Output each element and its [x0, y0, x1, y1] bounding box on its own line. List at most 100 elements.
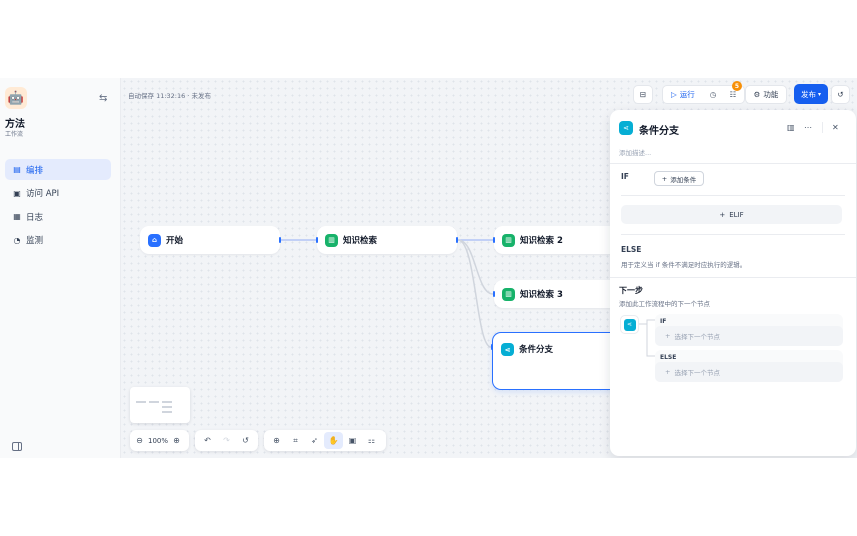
if-branch: IF + 选择下一个节点 — [655, 314, 843, 346]
zoom-level[interactable]: 100% — [146, 437, 170, 445]
k3-input-port[interactable] — [493, 291, 495, 297]
next-step-description: 添加此工作流程中的下一个节点 — [619, 300, 710, 308]
sidebar-item-label: 访问 API — [26, 189, 60, 199]
node-label: 知识检索 — [343, 236, 378, 246]
layout-icon: ▤ — [13, 165, 21, 174]
run-button[interactable]: ▷ 运行 — [663, 89, 703, 100]
more-icon[interactable]: ⋯ — [804, 123, 812, 132]
add-note-icon[interactable]: ⌗ — [286, 432, 305, 449]
node-label: 条件分支 — [519, 345, 554, 355]
api-icon: ▣ — [13, 188, 21, 198]
variables-icon: ⊟ — [639, 90, 647, 99]
run-label: 运行 — [679, 90, 695, 99]
checklist-badge: 5 — [732, 81, 742, 91]
k1-input-port[interactable] — [316, 237, 318, 243]
edit-toolbar: ⊕ ⌗ ➶ ✋ ▣ ⚏ — [264, 430, 386, 451]
node-label: 知识检索 3 — [520, 290, 563, 300]
select-next-node-else[interactable]: + 选择下一个节点 — [655, 362, 843, 382]
book-icon: ▥ — [502, 233, 515, 247]
export-image-icon[interactable]: ▣ — [343, 432, 362, 449]
sidebar-item-label: 日志 — [26, 212, 44, 223]
branch-icon: ⋖ — [623, 318, 636, 331]
switch-icon[interactable]: ⇆ — [99, 93, 107, 104]
else-label: ELSE — [621, 245, 642, 254]
history-toolbar: ↶ ↷ ↺ — [195, 430, 258, 451]
pointer-icon[interactable]: ➶ — [305, 432, 324, 449]
redo-icon[interactable]: ↷ — [217, 432, 236, 449]
features-button[interactable]: ⚙ 功能 — [745, 85, 787, 104]
branch-icon: ⋖ — [501, 343, 514, 356]
plus-icon: + — [719, 210, 726, 219]
add-elif-button[interactable]: + ELIF — [621, 205, 842, 224]
version-history-button[interactable]: ↺ — [831, 85, 850, 104]
sidebar-item-orchestrate[interactable]: ▤ 编排 — [5, 159, 111, 180]
history-icon[interactable]: ↺ — [236, 432, 255, 449]
start-output-port[interactable] — [279, 237, 281, 243]
add-condition-button[interactable]: + 添加条件 — [654, 171, 704, 186]
elif-label: ELIF — [729, 210, 744, 219]
log-icon: ▦ — [13, 212, 21, 221]
features-label: 功能 — [763, 90, 779, 99]
close-icon[interactable]: ✕ — [832, 123, 839, 132]
wire-k1-cond — [457, 239, 492, 348]
env-variables-button[interactable]: ⊟ — [633, 85, 653, 104]
app-type: 工作流 — [5, 131, 24, 138]
app-avatar-icon[interactable]: 🤖 — [5, 87, 27, 109]
zoom-out-icon[interactable]: ⊖ — [133, 432, 146, 449]
run-history-icon[interactable]: ◷ — [703, 90, 723, 99]
branch-label: ELSE — [660, 354, 677, 361]
undo-icon[interactable]: ↶ — [198, 432, 217, 449]
wire-k1-k3 — [457, 239, 494, 295]
k2-input-port[interactable] — [493, 237, 495, 243]
add-condition-label: 添加条件 — [670, 175, 697, 184]
branch-label: IF — [660, 318, 667, 325]
divider — [621, 195, 845, 196]
zoom-toolbar: ⊖ 100% ⊕ — [130, 430, 189, 451]
help-book-icon[interactable]: ▥ — [787, 123, 795, 132]
zoom-in-icon[interactable]: ⊕ — [170, 432, 183, 449]
publish-button[interactable]: 发布 ▾ — [794, 84, 828, 104]
collapse-sidebar-icon[interactable] — [12, 442, 22, 451]
select-next-node-if[interactable]: + 选择下一个节点 — [655, 326, 843, 346]
sidebar-item-monitor[interactable]: ◔ 监测 — [5, 230, 111, 251]
else-description: 用于定义当 if 条件不满足时应执行的逻辑。 — [621, 261, 747, 269]
divider — [610, 163, 856, 164]
sidebar-item-label: 编排 — [26, 165, 44, 176]
sidebar-item-logs[interactable]: ▦ 日志 — [5, 206, 111, 227]
node-label: 知识检索 2 — [520, 236, 563, 246]
sidebar-item-label: 监测 — [26, 236, 44, 246]
cond-input-port[interactable] — [491, 344, 493, 350]
knowledge-node-1[interactable]: ▥ 知识检索 — [317, 226, 457, 254]
play-icon: ▷ — [671, 90, 677, 99]
plus-icon: + — [665, 332, 671, 340]
divider — [822, 122, 823, 133]
monitor-icon: ◔ — [13, 235, 21, 245]
features-icon: ⚙ — [753, 90, 761, 99]
sidebar-nav: ▤ 编排 ▣ 访问 API ▦ 日志 ◔ 监测 — [5, 159, 111, 253]
description-input[interactable]: 添加描述... — [619, 147, 651, 157]
workflow-canvas[interactable]: 自动保存 11:32:16 · 未发布 ⌂ 开始 ▥ 知识检索 ▥ 知识检索 2… — [121, 78, 857, 458]
add-node-icon[interactable]: ⊕ — [267, 432, 286, 449]
hand-icon[interactable]: ✋ — [324, 432, 343, 449]
panel-title[interactable]: 条件分支 — [639, 122, 679, 137]
chevron-down-icon: ▾ — [817, 90, 821, 98]
workflow-app: 🤖 ⇆ 方法 工作流 ▤ 编排 ▣ 访问 API ▦ 日志 ◔ 监测 自动保存 … — [0, 78, 857, 458]
history-icon: ↺ — [837, 90, 844, 99]
next-step-title: 下一步 — [619, 286, 643, 295]
sidebar-item-api[interactable]: ▣ 访问 API — [5, 183, 111, 204]
divider — [610, 277, 856, 278]
plus-icon: + — [665, 368, 671, 376]
k1-output-port[interactable] — [456, 237, 458, 243]
organize-icon[interactable]: ⚏ — [362, 432, 381, 449]
current-node-icon: ⋖ — [620, 315, 639, 334]
book-icon: ▥ — [325, 233, 338, 247]
start-node[interactable]: ⌂ 开始 — [140, 226, 280, 254]
app-name: 方法 — [5, 119, 25, 130]
checklist-icon[interactable]: ☷ — [723, 90, 743, 99]
publish-label: 发布 — [800, 89, 816, 99]
sidebar: 🤖 ⇆ 方法 工作流 ▤ 编排 ▣ 访问 API ▦ 日志 ◔ 监测 — [0, 78, 121, 458]
minimap[interactable] — [130, 387, 190, 423]
home-icon: ⌂ — [148, 233, 161, 247]
plus-icon: + — [661, 174, 668, 183]
book-icon: ▥ — [502, 287, 515, 301]
